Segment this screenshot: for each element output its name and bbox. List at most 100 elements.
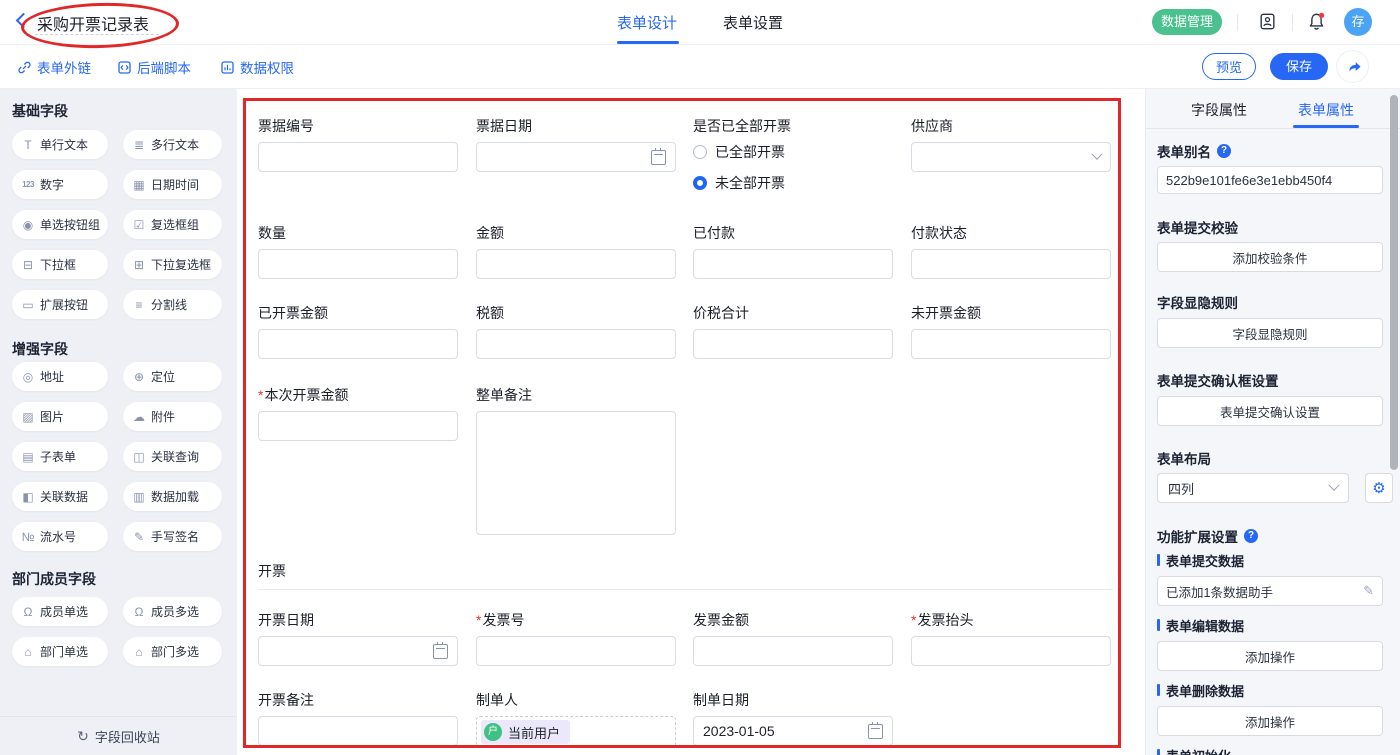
field-item-multi-select[interactable]: ⊞下拉复选框	[123, 250, 222, 279]
page-title[interactable]: 采购开票记录表	[37, 11, 149, 35]
dept-single-icon: ⌂	[21, 645, 35, 659]
preview-button[interactable]: 预览	[1202, 53, 1256, 80]
order-note-textarea[interactable]	[476, 411, 676, 535]
field-item-address[interactable]: ◎地址	[12, 362, 108, 391]
field-label: 制单人	[476, 692, 518, 708]
external-link-label: 表单外链	[37, 57, 91, 77]
field-item-subform[interactable]: ▤子表单	[12, 442, 108, 471]
bill-no-input[interactable]	[258, 142, 458, 172]
layout-settings-button[interactable]: ⚙	[1365, 473, 1393, 503]
field-item-label: 成员单选	[40, 603, 88, 620]
tax-input[interactable]	[476, 329, 676, 359]
invoiced-amount-input[interactable]	[258, 329, 458, 359]
field-item-attachment[interactable]: ☁附件	[123, 402, 222, 431]
amount-input[interactable]	[476, 249, 676, 279]
layout-select[interactable]: 四列	[1157, 473, 1349, 503]
back-icon[interactable]	[16, 13, 32, 29]
backend-script-label: 后端脚本	[137, 57, 191, 77]
edit-data-add-button[interactable]: 添加操作	[1157, 641, 1383, 671]
form-field-invoice-date: 开票日期	[258, 610, 458, 666]
invoice-date-input[interactable]	[258, 636, 458, 666]
field-recycle-bin[interactable]: ↻ 字段回收站	[0, 716, 237, 755]
tab-form-properties[interactable]: 表单属性	[1298, 100, 1354, 120]
notification-bell-icon[interactable]	[1307, 12, 1326, 36]
multi-line-text-icon: ≣	[132, 138, 146, 152]
pay-status-input[interactable]	[911, 249, 1111, 279]
field-item-number[interactable]: 123数字	[12, 170, 108, 199]
field-item-label: 部门单选	[40, 643, 88, 660]
current-user-label: 当前用户	[508, 723, 560, 742]
invoice-title-input[interactable]	[911, 636, 1111, 666]
radio-checked-icon[interactable]	[693, 176, 707, 190]
field-item-dept-multi[interactable]: ⌂部门多选	[123, 637, 222, 666]
field-item-signature[interactable]: ✎手写签名	[123, 522, 222, 551]
field-item-divider[interactable]: ≡分割线	[123, 290, 222, 319]
creator-input[interactable]: 户 当前用户	[476, 716, 676, 748]
form-field-amount: 金额	[476, 223, 676, 279]
field-item-radio-group[interactable]: ◉单选按钮组	[12, 210, 108, 239]
data-manage-button[interactable]: 数据管理	[1152, 9, 1222, 35]
form-field-pay-status: 付款状态	[911, 223, 1111, 279]
invoice-note-input[interactable]	[258, 716, 458, 746]
field-item-checkbox-group[interactable]: ☑复选框组	[123, 210, 222, 239]
tab-field-properties[interactable]: 字段属性	[1191, 100, 1247, 120]
submit-confirm-button[interactable]: 表单提交确认设置	[1157, 396, 1383, 426]
edit-icon[interactable]: ✎	[1363, 583, 1374, 599]
add-validation-button[interactable]: 添加校验条件	[1157, 242, 1383, 272]
supplier-select[interactable]	[911, 142, 1111, 172]
field-item-image[interactable]: ▨图片	[12, 402, 108, 431]
section-title-dept-member-fields: 部门成员字段	[0, 570, 237, 588]
user-avatar[interactable]: 存	[1344, 8, 1372, 36]
field-item-serial-number[interactable]: №流水号	[12, 522, 108, 551]
field-item-member-multi[interactable]: Ω成员多选	[123, 597, 222, 626]
field-item-datetime[interactable]: ▦日期时间	[123, 170, 222, 199]
field-item-linked-data[interactable]: ◧关联数据	[12, 482, 108, 511]
visibility-rules-button[interactable]: 字段显隐规则	[1157, 318, 1383, 348]
help-icon[interactable]	[1217, 144, 1231, 158]
field-label: 价税合计	[693, 305, 749, 321]
uninvoiced-amount-input[interactable]	[911, 329, 1111, 359]
field-item-multi-line-text[interactable]: ≣多行文本	[123, 130, 222, 159]
form-alias-input[interactable]: 522b9e101fe6e3e1ebb450f4	[1157, 166, 1383, 194]
top-bar: 采购开票记录表 表单设计 表单设置 数据管理 存	[0, 0, 1400, 45]
bill-date-input[interactable]	[476, 142, 676, 172]
data-permission-button[interactable]: 数据权限	[220, 57, 294, 77]
save-button[interactable]: 保存	[1270, 53, 1328, 80]
tab-form-design[interactable]: 表单设计	[617, 12, 677, 33]
invoice-no-input[interactable]	[476, 636, 676, 666]
radio-icon[interactable]	[693, 145, 707, 159]
external-link-button[interactable]: 表单外链	[17, 57, 91, 77]
scrollbar[interactable]	[1390, 95, 1398, 470]
field-item-data-load[interactable]: ▥数据加载	[123, 482, 222, 511]
backend-script-button[interactable]: 后端脚本	[117, 57, 191, 77]
visibility-rules-title: 字段显隐规则	[1157, 293, 1383, 311]
radio-option-not-all-invoiced[interactable]: 未全部开票	[693, 173, 893, 193]
field-item-member-single[interactable]: Ω成员单选	[12, 597, 108, 626]
tab-form-settings[interactable]: 表单设置	[723, 12, 783, 33]
field-item-linked-query[interactable]: ◫关联查询	[123, 442, 222, 471]
field-label: 票据编号	[258, 118, 314, 134]
field-label: 制单日期	[693, 692, 749, 708]
current-invoice-amount-input[interactable]	[258, 411, 458, 441]
form-field-tax: 税额	[476, 303, 676, 359]
field-item-select[interactable]: ⊟下拉框	[12, 250, 108, 279]
field-item-location[interactable]: ⊕定位	[123, 362, 222, 391]
delete-data-add-button[interactable]: 添加操作	[1157, 706, 1383, 736]
field-item-label: 图片	[40, 408, 64, 425]
help-icon[interactable]	[1244, 529, 1258, 543]
field-item-extend-button[interactable]: ▭扩展按钮	[12, 290, 108, 319]
submit-data-assistant[interactable]: 已添加1条数据助手 ✎	[1157, 576, 1383, 606]
fields-panel: 基础字段 T单行文本 ≣多行文本 123数字 ▦日期时间 ◉单选按钮组 ☑复选框…	[0, 88, 237, 755]
quantity-input[interactable]	[258, 249, 458, 279]
share-button[interactable]	[1337, 51, 1368, 82]
field-item-dept-single[interactable]: ⌂ 部门单选	[12, 637, 108, 666]
contacts-icon[interactable]	[1258, 12, 1277, 36]
field-item-single-line-text[interactable]: T单行文本	[12, 130, 108, 159]
dept-multi-icon: ⌂	[132, 645, 146, 659]
form-alias-title: 表单别名	[1157, 142, 1383, 160]
invoice-amount-input[interactable]	[693, 636, 893, 666]
create-date-input[interactable]: 2023-01-05	[693, 716, 893, 746]
total-with-tax-input[interactable]	[693, 329, 893, 359]
radio-option-all-invoiced[interactable]: 已全部开票	[693, 142, 893, 162]
paid-input[interactable]	[693, 249, 893, 279]
